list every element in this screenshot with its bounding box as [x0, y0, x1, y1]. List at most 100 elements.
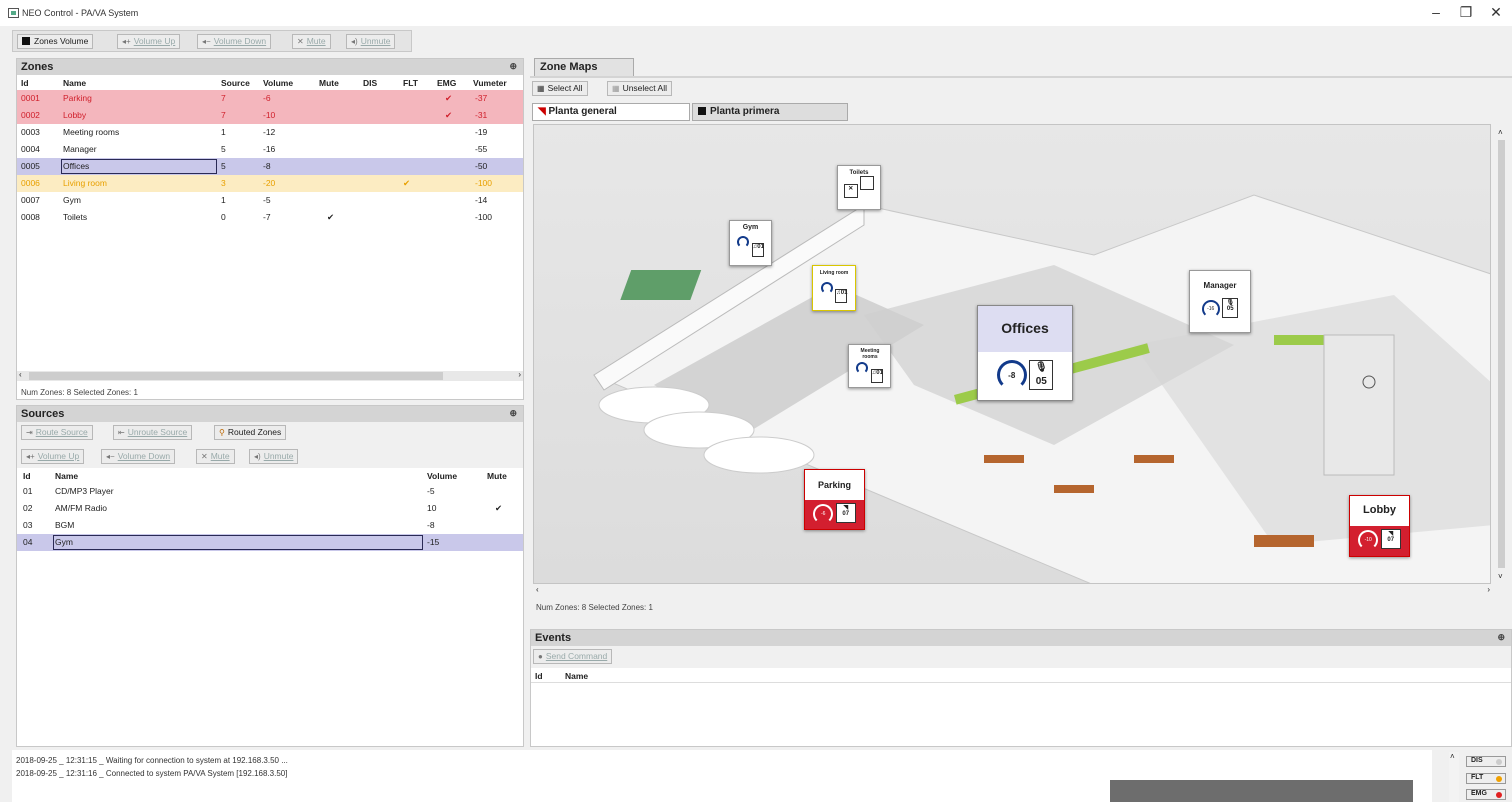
- col-dis[interactable]: DIS: [363, 78, 377, 88]
- zone-row[interactable]: 0002 Lobby 7 -10 ✔ -31: [17, 107, 523, 124]
- log-vscrollbar[interactable]: ˄: [1449, 752, 1459, 802]
- col-name[interactable]: Name: [565, 671, 588, 681]
- source-row[interactable]: 04 Gym -15: [17, 534, 523, 551]
- zone-row[interactable]: 0008 Toilets 0 -7 ✔ -100: [17, 209, 523, 226]
- dis-led-icon: [1496, 759, 1502, 765]
- zones-scroll-thumb[interactable]: [29, 372, 443, 380]
- scroll-right-icon[interactable]: ›: [1487, 585, 1490, 594]
- pin-icon[interactable]: ⊕: [509, 408, 517, 419]
- floor-plan-map[interactable]: Toilets ✕ Gym ♫01 Living room ♫01 Meetin…: [533, 124, 1491, 584]
- zone-row[interactable]: 0006 Living room 3 -20 ✔ -100: [17, 175, 523, 192]
- source-volume-up-button[interactable]: ◂+ Volume Up: [21, 449, 85, 464]
- select-all-button[interactable]: ▦ Select All: [532, 81, 588, 96]
- zone-row[interactable]: 0001 Parking 7 -6 ✔ -37: [17, 90, 523, 107]
- source-row[interactable]: 03 BGM -8: [17, 517, 523, 534]
- sources-grid-header: Id Name Volume Mute: [17, 468, 523, 483]
- scroll-left-icon[interactable]: ‹: [19, 370, 22, 379]
- source-volume-down-button[interactable]: ◂− Volume Down: [101, 449, 176, 464]
- volume-up-button[interactable]: ◂+ Volume Up: [117, 34, 181, 49]
- col-mute[interactable]: Mute: [319, 78, 339, 88]
- map-vscrollbar[interactable]: ˄ ˅: [1493, 126, 1511, 586]
- col-source[interactable]: Source: [221, 78, 250, 88]
- overlay-box: [1110, 780, 1413, 802]
- unroute-icon: ⇤: [118, 428, 125, 437]
- col-id[interactable]: Id: [23, 471, 31, 481]
- zone-cell-name: Parking: [63, 93, 92, 103]
- zone-row[interactable]: 0004 Manager 5 -16 -55: [17, 141, 523, 158]
- zone-cell-id: 0007: [21, 195, 40, 205]
- zone-card-gym[interactable]: Gym ♫01: [729, 220, 772, 266]
- source-row[interactable]: 02 AM/FM Radio 10 ✔: [17, 500, 523, 517]
- source-unmute-button[interactable]: ◂) Unmute: [249, 449, 299, 464]
- scroll-left-icon[interactable]: ‹: [536, 585, 539, 594]
- col-flt[interactable]: FLT: [403, 78, 418, 88]
- col-emg[interactable]: EMG: [437, 78, 456, 88]
- zone-cell-id: 0004: [21, 144, 40, 154]
- col-id[interactable]: Id: [21, 78, 29, 88]
- events-title: Events: [535, 632, 572, 644]
- source-cell-volume: 10: [427, 503, 437, 513]
- map-scroll-thumb[interactable]: [1498, 140, 1505, 568]
- unmute-button[interactable]: ◂) Unmute: [346, 34, 396, 49]
- zone-cell-vumeter: -100: [475, 178, 493, 188]
- col-volume[interactable]: Volume: [263, 78, 293, 88]
- zone-row[interactable]: 0005 Offices 5 -8 -50: [17, 158, 523, 175]
- offices-controls: -8 🎙 05: [978, 352, 1072, 400]
- zone-card-manager[interactable]: Manager -16 🎙 05: [1189, 270, 1251, 333]
- zone-cell-volume: -6: [263, 93, 271, 103]
- zone-cell-id: 0005: [21, 161, 40, 171]
- restore-button[interactable]: ❐: [1456, 4, 1476, 21]
- tab-label: Planta primera: [710, 106, 780, 117]
- source-row[interactable]: 01 CD/MP3 Player -5: [17, 483, 523, 500]
- zone-card-lobby[interactable]: Lobby -10 ◥ 07: [1349, 495, 1410, 557]
- pin-icon[interactable]: ⊕: [1497, 632, 1505, 643]
- megaphone-source-icon: ◥ 07: [835, 503, 856, 523]
- square-icon: [22, 37, 30, 45]
- col-vumeter[interactable]: Vumeter: [473, 78, 507, 88]
- scroll-right-icon[interactable]: ›: [518, 370, 521, 379]
- zones-volume-button[interactable]: Zones Volume: [17, 34, 94, 49]
- volume-down-button[interactable]: ◂− Volume Down: [197, 34, 272, 49]
- send-command-button[interactable]: ● Send Command: [533, 649, 613, 664]
- scroll-up-icon[interactable]: ˄: [1498, 128, 1503, 137]
- zone-cell-emg: ✔: [445, 93, 453, 103]
- col-volume[interactable]: Volume: [427, 471, 457, 481]
- zone-cell-name: Meeting rooms: [63, 127, 120, 137]
- zone-cell-name: Living room: [63, 178, 107, 188]
- search-icon: ⚲: [219, 428, 225, 437]
- zone-card-offices[interactable]: Offices -8 🎙 05: [977, 305, 1073, 401]
- zones-hscrollbar[interactable]: ‹ ›: [17, 370, 523, 381]
- mute-button[interactable]: ✕ Mute: [292, 34, 331, 49]
- source-cell-id: 04: [23, 537, 33, 547]
- route-source-button[interactable]: ⇥ Route Source: [21, 425, 93, 440]
- scroll-up-icon[interactable]: ˄: [1450, 752, 1455, 761]
- source-mute-button[interactable]: ✕ Mute: [196, 449, 235, 464]
- minimize-button[interactable]: –: [1426, 4, 1446, 20]
- source-unmute-label: Unmute: [263, 451, 294, 461]
- unselect-all-button[interactable]: ▦ Unselect All: [607, 81, 672, 96]
- unroute-source-button[interactable]: ⇤ Unroute Source: [113, 425, 193, 440]
- close-button[interactable]: ✕: [1486, 4, 1506, 21]
- window-title: NEO Control - PA/VA System: [22, 8, 139, 18]
- map-hscrollbar[interactable]: ‹ ›: [532, 585, 1494, 596]
- zone-cell-volume: -16: [263, 144, 276, 154]
- zone-cell-volume: -7: [263, 212, 271, 222]
- col-name[interactable]: Name: [63, 78, 86, 88]
- routed-zones-button[interactable]: ⚲ Routed Zones: [214, 425, 287, 440]
- zone-card-meeting-rooms[interactable]: Meeting rooms ♫01: [848, 344, 891, 388]
- tab-planta-general[interactable]: ◥ Planta general: [532, 103, 690, 121]
- scroll-down-icon[interactable]: ˅: [1498, 572, 1503, 581]
- zone-card-toilets[interactable]: Toilets ✕: [837, 165, 881, 210]
- col-id[interactable]: Id: [535, 671, 543, 681]
- zone-card-parking[interactable]: Parking -6 ◥ 07: [804, 469, 865, 530]
- col-mute[interactable]: Mute: [487, 471, 507, 481]
- zone-row[interactable]: 0003 Meeting rooms 1 -12 -19: [17, 124, 523, 141]
- zone-row[interactable]: 0007 Gym 1 -5 -14: [17, 192, 523, 209]
- pin-icon[interactable]: ⊕: [509, 61, 517, 72]
- tab-planta-primera[interactable]: Planta primera: [692, 103, 848, 121]
- zone-cell-name: Toilets: [63, 212, 88, 222]
- zone-maps-tab[interactable]: Zone Maps: [534, 58, 634, 76]
- zone-card-living-room[interactable]: Living room ♫01: [812, 265, 856, 311]
- emg-led-icon: [1496, 792, 1502, 798]
- col-name[interactable]: Name: [55, 471, 78, 481]
